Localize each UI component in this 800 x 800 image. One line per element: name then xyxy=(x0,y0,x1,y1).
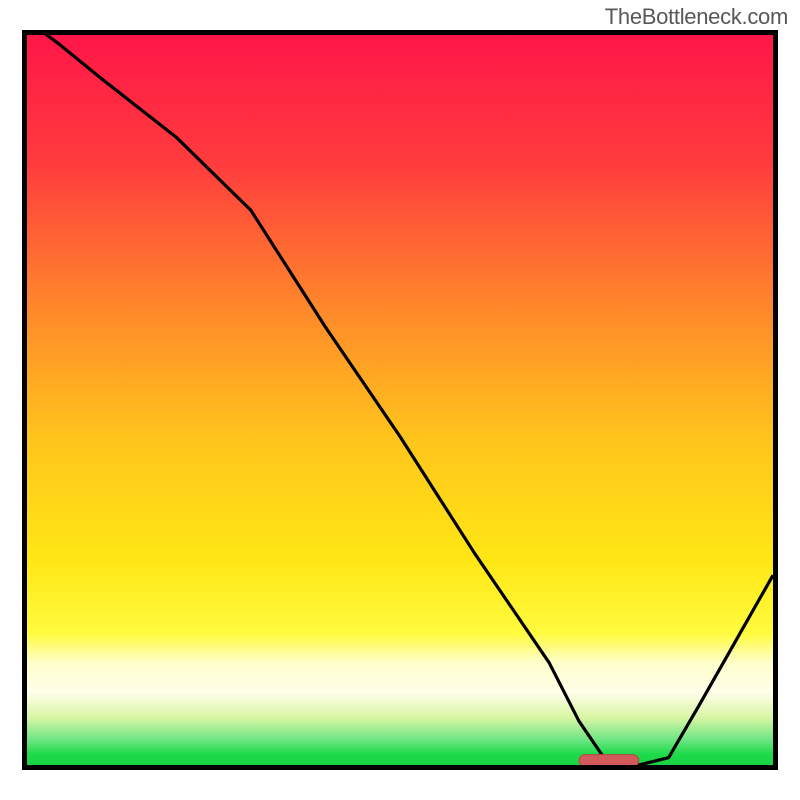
chart-root: TheBottleneck.com xyxy=(0,0,800,800)
watermark-text: TheBottleneck.com xyxy=(605,4,788,30)
optimal-marker xyxy=(579,755,639,765)
plot-svg xyxy=(27,35,773,765)
plot-frame xyxy=(22,30,778,770)
gradient-fill xyxy=(27,35,773,765)
